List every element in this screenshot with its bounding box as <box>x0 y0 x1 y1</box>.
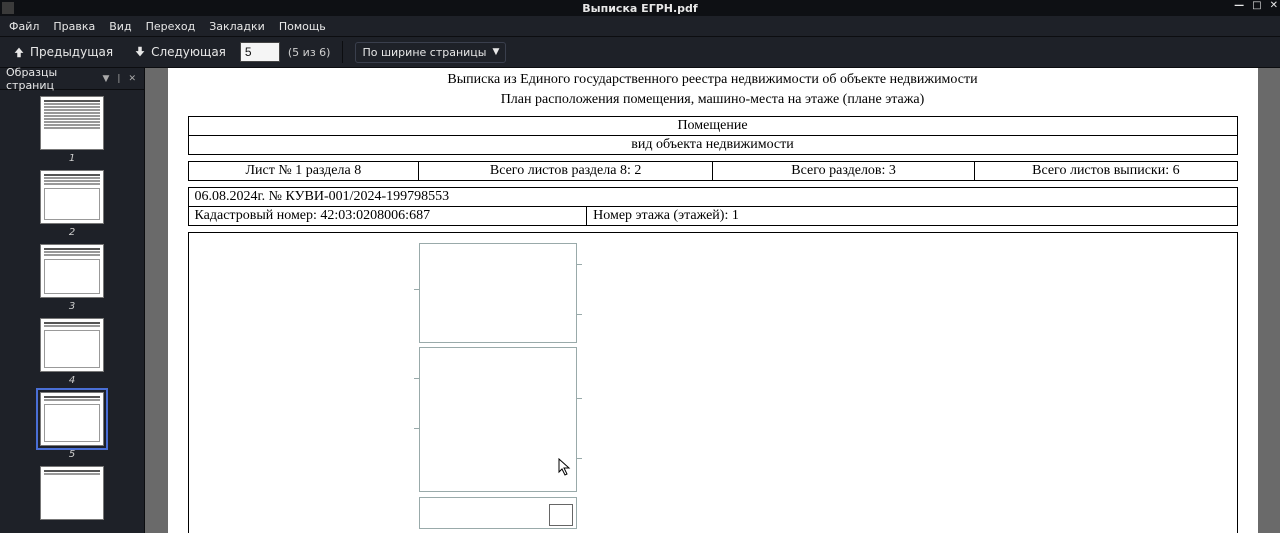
sheet-col1: Лист № 1 раздела 8 <box>188 162 419 181</box>
next-page-button[interactable]: Следующая <box>127 42 232 62</box>
thumbnails-panel-title: Образцы страниц <box>6 66 92 92</box>
next-page-label: Следующая <box>151 45 226 59</box>
menu-edit[interactable]: Правка <box>46 18 102 35</box>
thumbnail-label: 3 <box>69 301 75 312</box>
thumbnail-page-2[interactable] <box>40 170 104 224</box>
arrow-down-icon <box>133 45 147 59</box>
sheet-col4: Всего листов выписки: 6 <box>975 162 1237 181</box>
reference-table: 06.08.2024г. № КУВИ-001/2024-199798553 К… <box>188 187 1238 226</box>
menu-view[interactable]: Вид <box>102 18 138 35</box>
sheet-col2: Всего листов раздела 8: 2 <box>419 162 713 181</box>
app-icon <box>2 2 14 14</box>
sheet-col3: Всего разделов: 3 <box>712 162 974 181</box>
thumbnail-label: 2 <box>69 227 75 238</box>
pdf-page: Выписка из Единого государственного реес… <box>168 68 1258 533</box>
panel-divider: | <box>115 74 122 84</box>
zoom-select-label: По ширине страницы <box>362 46 486 59</box>
menu-bookmarks[interactable]: Закладки <box>202 18 272 35</box>
object-type-desc: вид объекта недвижимости <box>188 136 1237 155</box>
thumbnail-page-3[interactable] <box>40 244 104 298</box>
date-ref: 06.08.2024г. № КУВИ-001/2024-199798553 <box>188 188 1237 207</box>
close-panel-icon[interactable]: ✕ <box>126 74 138 84</box>
menubar: Файл Правка Вид Переход Закладки Помощь <box>0 16 1280 36</box>
chevron-down-icon[interactable]: ▼ <box>100 74 111 84</box>
window-title: Выписка ЕГРН.pdf <box>582 2 697 15</box>
thumbnails-scroll[interactable]: 1 2 3 4 <box>0 90 144 533</box>
window-minimize-button[interactable]: — <box>1234 0 1244 11</box>
plan-room <box>419 347 577 492</box>
toolbar-separator <box>342 41 343 63</box>
thumbnail-page-5[interactable] <box>40 392 104 446</box>
object-type-header: Помещение <box>188 117 1237 136</box>
thumbnails-panel: Образцы страниц ▼ | ✕ 1 2 <box>0 68 145 533</box>
doc-title: Выписка из Единого государственного реес… <box>188 72 1238 88</box>
chevron-down-icon: ▼ <box>492 47 499 57</box>
menu-help[interactable]: Помощь <box>272 18 333 35</box>
doc-subtitle: План расположения помещения, машино-мест… <box>188 92 1238 108</box>
arrow-up-icon <box>12 45 26 59</box>
prev-page-label: Предыдущая <box>30 45 113 59</box>
floor-number: Номер этажа (этажей): 1 <box>587 207 1237 226</box>
thumbnail-page-6[interactable] <box>40 466 104 520</box>
thumbnail-label: 4 <box>69 375 75 386</box>
thumbnail-page-1[interactable] <box>40 96 104 150</box>
plan-room <box>419 243 577 343</box>
toolbar: Предыдущая Следующая (5 из 6) По ширине … <box>0 36 1280 68</box>
thumbnail-label: 1 <box>69 153 75 164</box>
window-maximize-button[interactable]: □ <box>1252 0 1261 11</box>
thumbnail-label: 5 <box>69 449 75 460</box>
floor-plan-container <box>188 232 1238 533</box>
plan-room <box>549 504 573 526</box>
menu-go[interactable]: Переход <box>139 18 203 35</box>
cadastral-number: Кадастровый номер: 42:03:0208006:687 <box>188 207 587 226</box>
window-close-button[interactable]: ✕ <box>1270 0 1278 11</box>
floor-plan-drawing <box>419 239 579 529</box>
object-type-table: Помещение вид объекта недвижимости <box>188 116 1238 155</box>
page-view[interactable]: Выписка из Единого государственного реес… <box>145 68 1280 533</box>
thumbnail-page-4[interactable] <box>40 318 104 372</box>
page-number-input[interactable] <box>240 42 280 62</box>
prev-page-button[interactable]: Предыдущая <box>6 42 119 62</box>
menu-file[interactable]: Файл <box>2 18 46 35</box>
zoom-select[interactable]: По ширине страницы ▼ <box>355 42 506 63</box>
sheet-info-table: Лист № 1 раздела 8 Всего листов раздела … <box>188 161 1238 181</box>
page-count-label: (5 из 6) <box>288 46 331 59</box>
